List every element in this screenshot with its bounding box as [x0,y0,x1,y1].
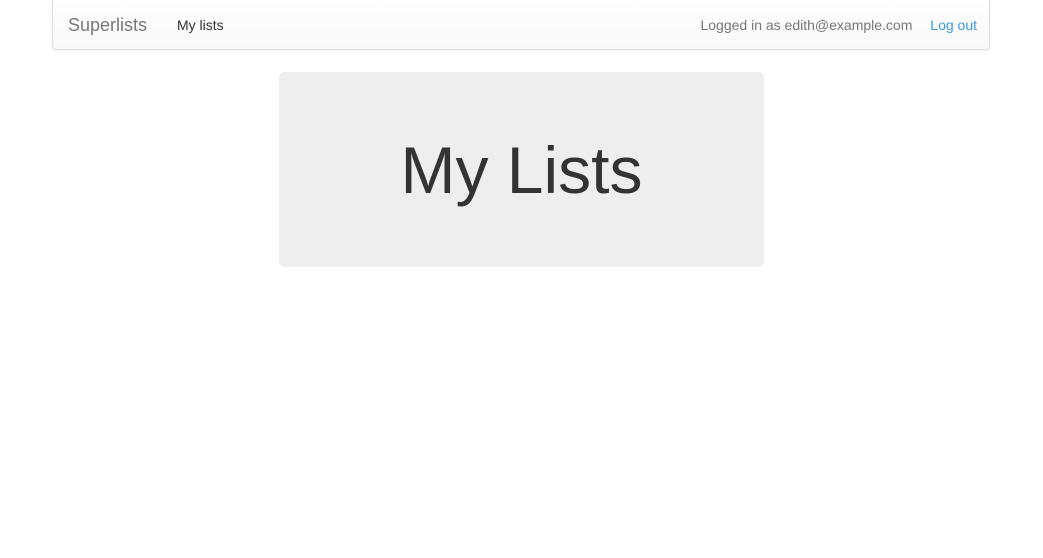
page-title: My Lists [400,132,643,207]
logged-in-text: Logged in as edith@example.com [700,17,913,33]
navbar: Superlists My lists Logged in as edith@e… [52,0,990,50]
logout-link[interactable]: Log out [930,17,977,33]
user-area: Logged in as edith@example.com Log out [700,17,977,33]
my-lists-link[interactable]: My lists [177,17,224,33]
jumbotron: My Lists [279,72,764,267]
brand-link[interactable]: Superlists [68,15,147,36]
